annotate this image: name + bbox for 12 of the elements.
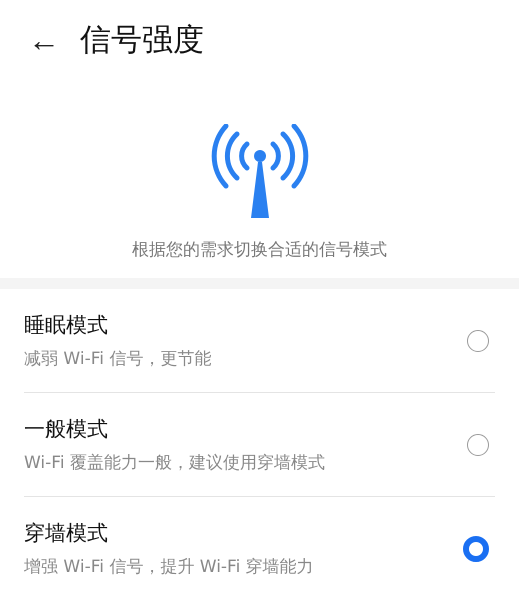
mode-description: 减弱 Wi-Fi 信号，更节能 <box>24 348 212 370</box>
mode-title: 穿墙模式 <box>24 520 109 548</box>
mode-title: 一般模式 <box>24 416 109 444</box>
mode-description: 增强 Wi-Fi 信号，提升 Wi-Fi 穿墙能力 <box>24 556 315 578</box>
mode-description: Wi-Fi 覆盖能力一般，建议使用穿墙模式 <box>24 452 326 474</box>
back-button[interactable]: ← <box>28 24 60 56</box>
page-title: 信号强度 <box>80 21 204 60</box>
radio-button[interactable] <box>467 330 489 352</box>
radio-button[interactable] <box>467 434 489 456</box>
radio-button[interactable] <box>463 536 489 562</box>
intro-caption: 根据您的需求切换合适的信号模式 <box>132 239 387 262</box>
mode-title: 睡眠模式 <box>24 312 109 340</box>
